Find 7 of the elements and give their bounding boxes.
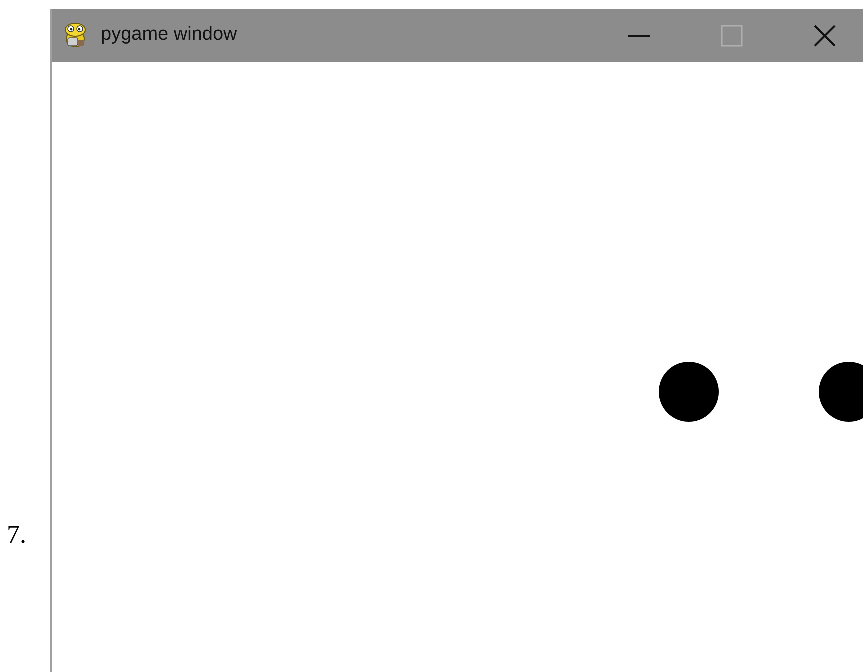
close-icon [814,24,836,46]
minimize-icon [628,34,650,36]
snake-icon [62,22,89,49]
window-title: pygame window [101,23,238,48]
ball [659,362,719,422]
item-number: 7. [7,522,26,548]
maximize-icon [720,24,742,46]
